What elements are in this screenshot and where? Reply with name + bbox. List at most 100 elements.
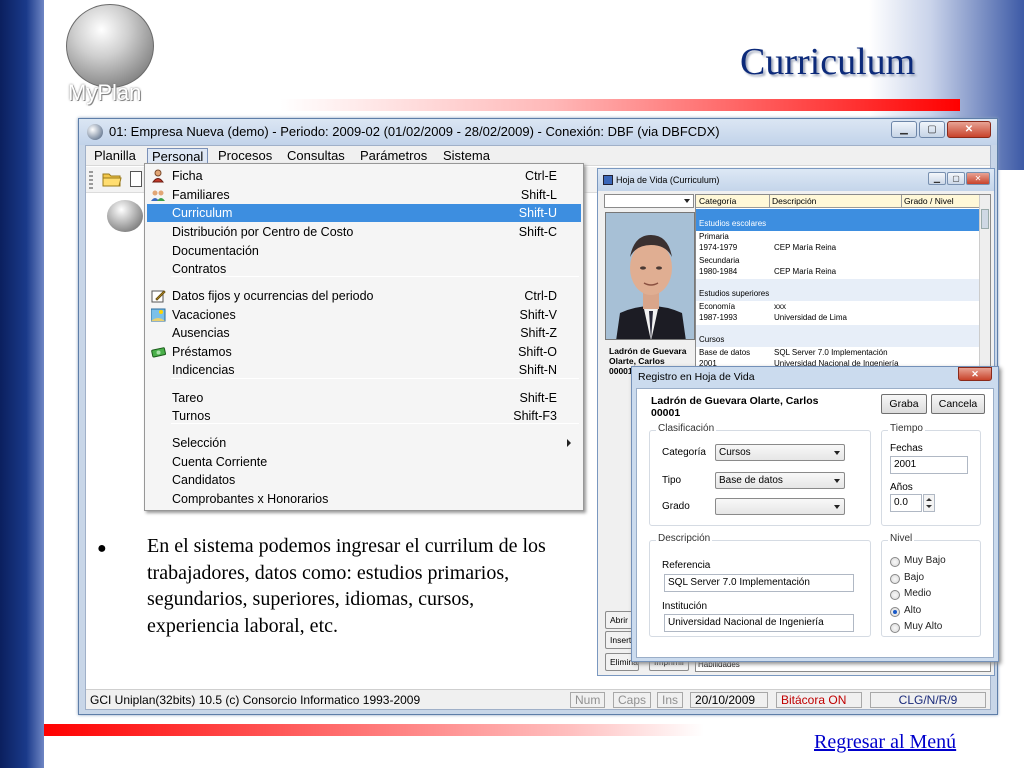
row-cat: Primaria <box>699 232 729 241</box>
menu-separator <box>171 378 579 379</box>
radio-icon[interactable] <box>890 606 900 617</box>
col-descripcion[interactable]: Descripción <box>772 196 816 206</box>
open-folder-icon[interactable] <box>102 171 122 187</box>
group-header: Estudios escolares <box>699 219 767 228</box>
radio-icon[interactable] <box>890 557 900 567</box>
graba-button[interactable]: Graba <box>881 394 927 414</box>
row-desc: CEP María Reina <box>774 243 837 252</box>
menu-item-shortcut: Shift-C <box>518 225 557 239</box>
radio-label: Alto <box>904 604 922 616</box>
menu-item-shortcut: Shift-N <box>518 363 557 377</box>
col-categoria[interactable]: Categoría <box>699 196 736 206</box>
descripcion-group: Descripción Referencia SQL Server 7.0 Im… <box>649 533 871 637</box>
group-header: Cursos <box>699 335 725 344</box>
menu-item-curriculum[interactable]: Curriculum Shift-U <box>147 204 581 222</box>
categoria-select[interactable]: Cursos <box>715 444 845 461</box>
maximize-button[interactable]: ▢ <box>919 121 945 138</box>
menu-item-distribucion-centro-costo[interactable]: Distribución por Centro de Costo Shift-C <box>147 223 581 241</box>
person-photo <box>605 212 695 340</box>
menu-item-ficha[interactable]: Ficha Ctrl-E <box>147 167 581 185</box>
menu-item-familiares[interactable]: Familiares Shift-L <box>147 186 581 204</box>
menu-item-label: Familiares <box>172 188 230 202</box>
menu-item-datos-fijos[interactable]: Datos fijos y ocurrencias del periodo Ctr… <box>147 287 581 305</box>
grado-select[interactable] <box>715 498 845 515</box>
title-underline-bar <box>280 99 960 111</box>
back-to-menu-link[interactable]: Regresar al Menú <box>814 731 956 754</box>
descripcion-label: Descripción <box>656 533 713 544</box>
menu-item-prestamos[interactable]: Préstamos Shift-O <box>147 343 581 361</box>
registro-dialog: Registro en Hoja de Vida ✕ Ladrón de Gue… <box>631 366 999 662</box>
menu-item-candidatos[interactable]: Candidatos <box>147 471 581 489</box>
referencia-label: Referencia <box>662 560 711 571</box>
hv-person-code: 00001 <box>609 366 633 376</box>
radio-label: Bajo <box>904 571 925 583</box>
hv-maximize-button[interactable]: ▢ <box>947 172 965 185</box>
row-desc: xxx <box>774 302 786 311</box>
curriculum-grid[interactable]: Categoría Descripción Grado / Nivel Estu… <box>695 194 991 367</box>
nivel-label: Nivel <box>888 533 915 544</box>
menu-item-label: Turnos <box>172 409 211 423</box>
fechas-input[interactable]: 2001 <box>890 456 968 474</box>
radio-icon[interactable] <box>890 623 900 633</box>
radio-label: Muy Alto <box>904 621 943 632</box>
row-cat: Secundaria <box>699 256 740 265</box>
status-text: GCI Uniplan(32bits) 10.5 (c) Consorcio I… <box>90 693 421 707</box>
menu-item-label: Tareo <box>172 391 204 405</box>
menu-item-comprobantes-honorarios[interactable]: Comprobantes x Honorarios <box>147 490 581 508</box>
radio-icon[interactable] <box>890 590 900 600</box>
dialog-title: Registro en Hoja de Vida <box>638 371 755 383</box>
menu-item-shortcut: Shift-Z <box>520 326 557 340</box>
minimize-button[interactable]: ▁ <box>891 121 917 138</box>
dialog-close-button[interactable]: ✕ <box>958 367 992 381</box>
radio-icon[interactable] <box>890 573 900 584</box>
menu-item-label: Contratos <box>172 262 227 276</box>
menu-item-shortcut: Shift-O <box>518 345 557 359</box>
row-years: 1980-1984 <box>699 267 738 276</box>
slide-title: Curriculum <box>740 41 916 83</box>
menu-item-seleccion[interactable]: Selección <box>147 434 581 452</box>
menu-item-indicencias[interactable]: Indicencias Shift-N <box>147 361 581 379</box>
document-icon[interactable] <box>130 171 142 187</box>
grid-header: Categoría Descripción Grado / Nivel <box>696 195 980 208</box>
anios-input[interactable]: 0.0 <box>890 494 922 512</box>
close-button[interactable]: ✕ <box>947 121 991 138</box>
hv-titlebar[interactable]: Hoja de Vida (Curriculum) ▁ ▢ ✕ <box>598 169 994 191</box>
menu-item-label: Distribución por Centro de Costo <box>172 225 354 239</box>
menu-item-label: Ficha <box>172 169 203 183</box>
window-titlebar[interactable]: 01: Empresa Nueva (demo) - Periodo: 2009… <box>79 119 997 145</box>
menu-item-label: Cuenta Corriente <box>172 455 268 469</box>
group-header: Estudios superiores <box>699 289 770 298</box>
person-portrait-icon <box>606 213 694 339</box>
menu-item-tareo[interactable]: Tareo Shift-E <box>147 389 581 407</box>
categoria-label: Categoría <box>662 447 706 458</box>
menu-item-shortcut: Ctrl-E <box>525 169 557 183</box>
col-grado[interactable]: Grado / Nivel <box>904 196 954 206</box>
group-row[interactable]: Estudios superiores <box>696 279 980 301</box>
institucion-input[interactable]: Universidad Nacional de Ingeniería <box>664 614 854 632</box>
fechas-label: Fechas <box>890 443 923 454</box>
menu-item-vacaciones[interactable]: Vacaciones Shift-V <box>147 306 581 324</box>
anios-label: Años <box>890 482 913 493</box>
group-row-selected[interactable]: Estudios escolares <box>696 209 980 231</box>
toolbar-grip[interactable] <box>89 171 93 189</box>
menu-item-label: Indicencias <box>172 363 235 377</box>
grid-scrollbar[interactable] <box>979 195 990 366</box>
tipo-select[interactable]: Base de datos <box>715 472 845 489</box>
menu-item-documentacion[interactable]: Documentación <box>147 242 581 260</box>
scrollbar-thumb[interactable] <box>981 209 989 229</box>
hv-filter-combo[interactable] <box>604 194 694 208</box>
cancela-button[interactable]: Cancela <box>931 394 985 414</box>
row-cat: Base de datos <box>699 348 751 357</box>
group-row[interactable]: Cursos <box>696 325 980 347</box>
dialog-person-name: Ladrón de Guevara Olarte, Carlos <box>651 395 819 407</box>
anios-spinner[interactable] <box>923 494 935 512</box>
hv-minimize-button[interactable]: ▁ <box>928 172 946 185</box>
dialog-body: Ladrón de Guevara Olarte, Carlos 00001 G… <box>636 388 994 658</box>
menu-item-shortcut: Ctrl-D <box>524 289 557 303</box>
referencia-input[interactable]: SQL Server 7.0 Implementación <box>664 574 854 592</box>
bullet-icon: ● <box>97 540 107 557</box>
menu-item-ausencias[interactable]: Ausencias Shift-Z <box>147 324 581 342</box>
hv-close-button[interactable]: ✕ <box>966 172 990 185</box>
menu-planilla[interactable]: Planilla <box>90 148 140 165</box>
menu-item-cuenta-corriente[interactable]: Cuenta Corriente <box>147 453 581 471</box>
